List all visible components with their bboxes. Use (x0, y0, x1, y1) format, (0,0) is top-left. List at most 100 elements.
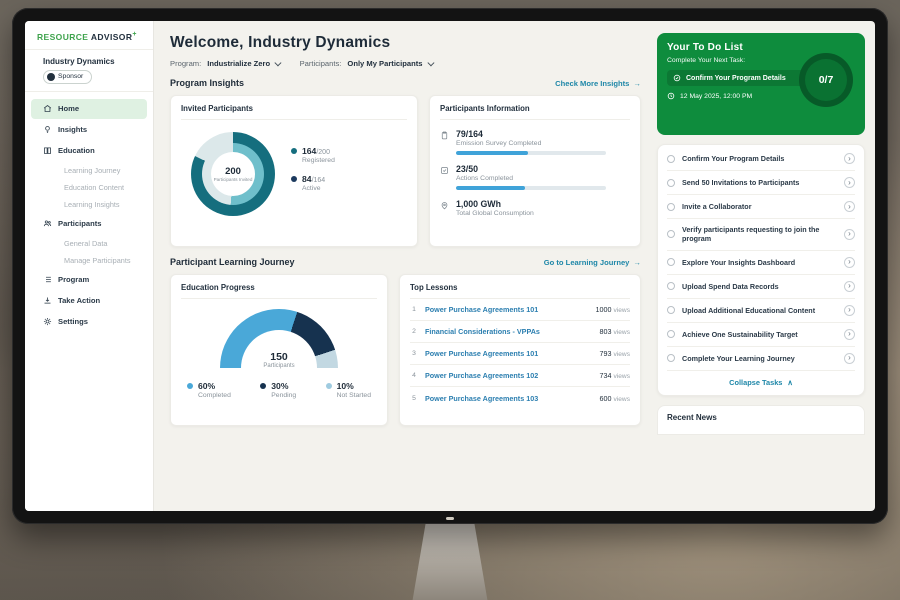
sidebar-item-label: Program (58, 275, 89, 284)
sponsor-label: Sponsor (58, 73, 83, 80)
sidebar-subitem-label: Learning Journey (64, 166, 120, 175)
legend-total: /200 (316, 149, 330, 156)
lesson-views-suffix: views (614, 373, 631, 380)
sidebar-item-learning-journey[interactable]: Learning Journey (31, 162, 147, 179)
task-label: Achieve One Sustainability Target (682, 330, 837, 339)
desk-scene: RESOURCE ADVISOR+ Industry Dynamics Spon… (0, 0, 900, 600)
legend-dot (291, 176, 297, 182)
task-label: Invite a Collaborator (682, 202, 837, 211)
chevron-right-icon[interactable]: › (844, 305, 855, 316)
collapse-label: Collapse Tasks (729, 378, 782, 387)
chevron-right-icon[interactable]: › (844, 281, 855, 292)
sidebar-item-manage-participants[interactable]: Manage Participants (31, 252, 147, 269)
sidebar-item-education-content[interactable]: Education Content (31, 179, 147, 196)
task-checkbox[interactable] (667, 203, 675, 211)
participants-select[interactable]: Only My Participants (347, 59, 432, 68)
task-checkbox[interactable] (667, 258, 675, 266)
sidebar-item-home[interactable]: Home (31, 99, 147, 119)
todo-next-task[interactable]: Confirm Your Program Details (667, 70, 805, 86)
main-content: Welcome, Industry Dynamics Program: Indu… (154, 21, 653, 511)
donut-center-label: Participants Invited (214, 177, 253, 183)
consumption-icon (440, 201, 449, 210)
lesson-views-suffix: views (614, 307, 631, 314)
list-icon (43, 275, 52, 284)
todo-summary-card: Your To Do List Complete Your Next Task:… (657, 33, 865, 135)
task-checkbox[interactable] (667, 155, 675, 163)
lesson-link[interactable]: Power Purchase Agreements 101 (425, 349, 593, 358)
todo-panel: Your To Do List Complete Your Next Task:… (653, 21, 875, 511)
task-item[interactable]: Invite a Collaborator › (667, 195, 855, 219)
task-item[interactable]: Complete Your Learning Journey › (667, 347, 855, 371)
lesson-link[interactable]: Power Purchase Agreements 101 (425, 305, 589, 314)
sidebar-item-learning-insights[interactable]: Learning Insights (31, 196, 147, 213)
participants-filter-label: Participants: (300, 59, 342, 68)
arrow-right-icon: → (633, 258, 641, 267)
arrow-right-icon: → (633, 79, 641, 88)
chevron-right-icon[interactable]: › (844, 353, 855, 364)
education-gauge: 150 Participants (220, 309, 338, 369)
task-checkbox[interactable] (667, 230, 675, 238)
task-checkbox[interactable] (667, 306, 675, 314)
task-label: Complete Your Learning Journey (682, 354, 837, 363)
org-name: Industry Dynamics (25, 50, 153, 68)
task-label: Explore Your Insights Dashboard (682, 258, 837, 267)
lesson-link[interactable]: Financial Considerations - VPPAs (425, 327, 593, 336)
task-checkbox[interactable] (667, 179, 675, 187)
task-item[interactable]: Send 50 Invitations to Participants › (667, 171, 855, 195)
lesson-row[interactable]: 5 Power Purchase Agreements 103 600 view… (410, 387, 630, 409)
clock-icon (667, 92, 675, 100)
lesson-row[interactable]: 3 Power Purchase Agreements 101 793 view… (410, 343, 630, 365)
task-item[interactable]: Confirm Your Program Details › (667, 147, 855, 171)
lesson-row[interactable]: 2 Financial Considerations - VPPAs 803 v… (410, 321, 630, 343)
legend-completed: 60% Completed (187, 381, 231, 399)
go-to-learning-journey-link[interactable]: Go to Learning Journey → (544, 258, 641, 267)
task-item[interactable]: Upload Spend Data Records › (667, 275, 855, 299)
legend-label: Pending (271, 392, 296, 399)
chevron-right-icon[interactable]: › (844, 153, 855, 164)
sidebar-item-insights[interactable]: Insights (31, 120, 147, 140)
lesson-views-suffix: views (614, 396, 631, 403)
top-lessons-card: Top Lessons 1 Power Purchase Agreements … (399, 274, 641, 426)
chevron-right-icon[interactable]: › (844, 229, 855, 240)
task-checkbox[interactable] (667, 330, 675, 338)
actions-icon (440, 166, 449, 175)
lesson-row[interactable]: 4 Power Purchase Agreements 102 734 view… (410, 365, 630, 387)
gauge-center-label: Participants (220, 363, 338, 369)
task-checkbox[interactable] (667, 282, 675, 290)
lesson-link[interactable]: Power Purchase Agreements 102 (425, 371, 593, 380)
logo-text-advisor: ADVISOR (91, 32, 133, 42)
chevron-right-icon[interactable]: › (844, 177, 855, 188)
lesson-views-value: 734 (600, 371, 612, 380)
collapse-tasks-button[interactable]: Collapse Tasks ∧ (667, 371, 855, 393)
sidebar-item-general-data[interactable]: General Data (31, 235, 147, 252)
card-title: Education Progress (181, 283, 377, 299)
legend-label: Registered (302, 157, 335, 164)
program-insights-header: Program Insights Check More Insights → (170, 78, 641, 88)
lesson-row[interactable]: 1 Power Purchase Agreements 101 1000 vie… (410, 299, 630, 321)
chevron-right-icon[interactable]: › (844, 329, 855, 340)
task-item[interactable]: Explore Your Insights Dashboard › (667, 251, 855, 275)
learning-journey-cards: Education Progress 150 Participants (170, 274, 641, 426)
monitor-logo-dot (446, 517, 454, 520)
task-checkbox[interactable] (667, 354, 675, 362)
app-logo: RESOURCE ADVISOR+ (25, 31, 153, 50)
donut-legend: 164/200 Registered 84/164 Active (291, 146, 335, 202)
lesson-link[interactable]: Power Purchase Agreements 103 (425, 394, 593, 403)
sidebar-item-take-action[interactable]: Take Action (31, 291, 147, 311)
chevron-right-icon[interactable]: › (844, 257, 855, 268)
sidebar-item-label: Participants (58, 219, 101, 228)
chevron-right-icon[interactable]: › (844, 201, 855, 212)
task-item[interactable]: Achieve One Sustainability Target › (667, 323, 855, 347)
sidebar-item-settings[interactable]: Settings (31, 312, 147, 332)
sidebar-item-label: Insights (58, 125, 87, 134)
sidebar-item-participants[interactable]: Participants (31, 214, 147, 234)
sidebar-item-program[interactable]: Program (31, 270, 147, 290)
sponsor-badge[interactable]: Sponsor (43, 70, 92, 84)
sidebar-item-education[interactable]: Education (31, 141, 147, 161)
check-more-insights-link[interactable]: Check More Insights → (555, 79, 641, 88)
book-icon (43, 146, 52, 155)
task-item[interactable]: Upload Additional Educational Content › (667, 299, 855, 323)
task-item[interactable]: Verify participants requesting to join t… (667, 219, 855, 251)
task-label: Upload Spend Data Records (682, 282, 837, 291)
program-select[interactable]: Industrialize Zero (207, 59, 279, 68)
